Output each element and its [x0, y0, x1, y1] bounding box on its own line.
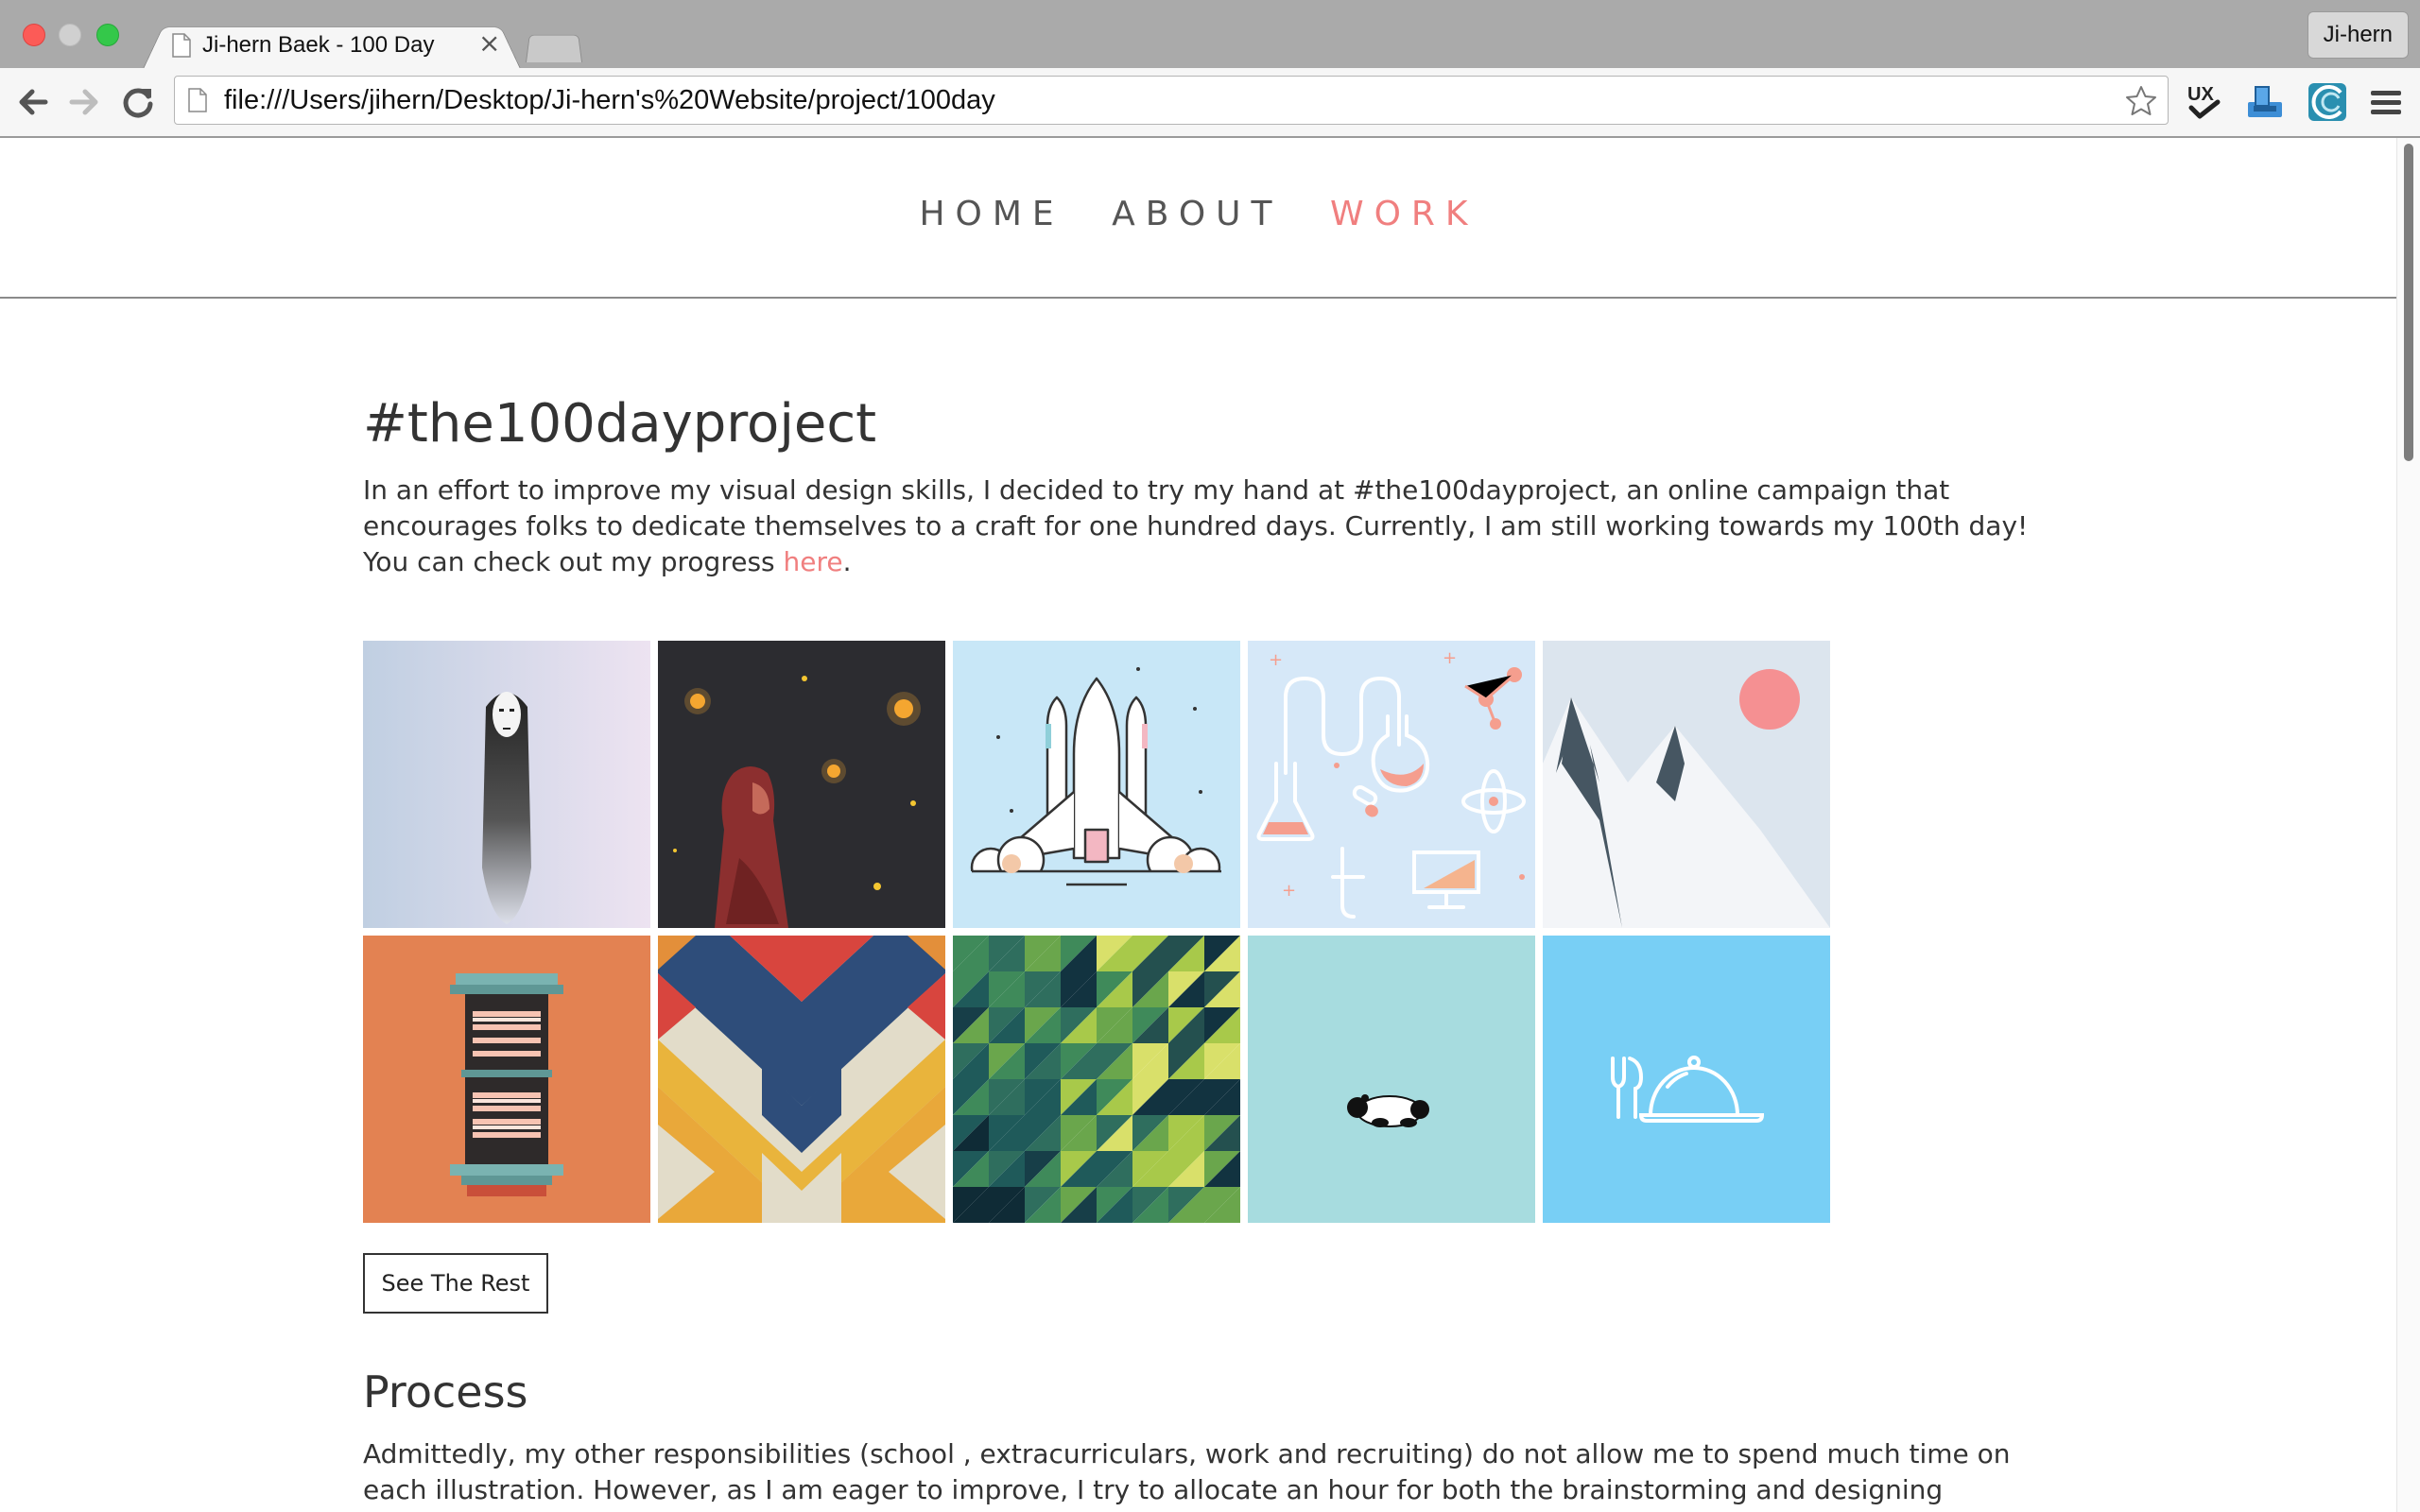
process-heading: Process: [363, 1366, 528, 1418]
gallery-item[interactable]: [953, 641, 1240, 928]
dinner-cloche-illustration: [1543, 936, 1830, 1223]
nav-home-link[interactable]: HOME: [919, 195, 1063, 233]
gallery-item[interactable]: [1543, 936, 1830, 1223]
red-hood-fireflies-illustration: [658, 641, 945, 928]
svg-text:+: +: [1269, 650, 1283, 670]
zoom-window-button[interactable]: [96, 24, 119, 46]
green-triangle-mosaic-illustration: [953, 936, 1240, 1223]
url-text[interactable]: file:///Users/jihern/Desktop/Ji-hern's%2…: [224, 77, 995, 124]
project-title: #the100dayproject: [363, 393, 877, 455]
gallery-item[interactable]: [658, 641, 945, 928]
tab-title: Ji-hern Baek - 100 Day: [202, 32, 435, 58]
svg-text:+: +: [1443, 648, 1457, 668]
page-icon: [188, 88, 207, 112]
browser-titlebar: Ji-hern Baek - 100 Day × Ji-hern: [0, 0, 2420, 71]
gallery-item[interactable]: [363, 641, 650, 928]
nav-about-link[interactable]: ABOUT: [1112, 195, 1282, 233]
ux-check-extension-icon[interactable]: UX: [2184, 81, 2225, 123]
new-tab-button[interactable]: [526, 30, 582, 62]
gallery-item[interactable]: [1543, 641, 1830, 928]
nav-work-link[interactable]: WORK: [1330, 195, 1478, 233]
bookmark-star-icon[interactable]: [2124, 84, 2158, 118]
forward-arrow-icon[interactable]: [66, 83, 104, 121]
progress-link[interactable]: here: [784, 546, 843, 577]
no-face-illustration: [363, 641, 650, 928]
menu-icon[interactable]: [2365, 81, 2407, 123]
mountains-red-sun-illustration: [1543, 641, 1830, 928]
gallery-item[interactable]: [1248, 936, 1535, 1223]
space-shuttle-launch-illustration: [953, 641, 1240, 928]
gallery-item[interactable]: [953, 936, 1240, 1223]
inbox-extension-icon[interactable]: [2244, 81, 2286, 123]
svg-text:UX: UX: [2187, 84, 2214, 105]
wave-extension-icon[interactable]: [2307, 81, 2348, 123]
page-scrollbar[interactable]: [2396, 138, 2420, 1512]
project-intro: In an effort to improve my visual design…: [363, 474, 2029, 577]
sleeping-panda-illustration: [1248, 936, 1535, 1223]
tab-close-icon[interactable]: ×: [478, 28, 500, 59]
scrollbar-thumb[interactable]: [2404, 144, 2413, 461]
svg-text:+: +: [1282, 881, 1296, 901]
chevron-pattern-illustration: [658, 936, 945, 1223]
gallery-item[interactable]: + + +: [1248, 641, 1535, 928]
science-lab-icons-illustration: + + +: [1248, 641, 1535, 928]
minimize-window-button[interactable]: [59, 24, 81, 46]
profile-button[interactable]: Ji-hern: [2307, 11, 2409, 59]
gallery-item[interactable]: [363, 936, 650, 1223]
reload-icon[interactable]: [119, 83, 157, 121]
page-icon: [172, 33, 191, 58]
browser-tab-active[interactable]: Ji-hern Baek - 100 Day ×: [142, 21, 522, 71]
address-bar[interactable]: file:///Users/jihern/Desktop/Ji-hern's%2…: [174, 76, 2169, 125]
process-text: Admittedly, my other responsibilities (s…: [363, 1438, 2011, 1512]
gallery-item[interactable]: [658, 936, 945, 1223]
site-navigation: HOME ABOUT WORK: [0, 138, 2397, 299]
web-page: HOME ABOUT WORK #the100dayproject In an …: [0, 138, 2397, 1512]
back-arrow-icon[interactable]: [13, 83, 51, 121]
close-window-button[interactable]: [23, 24, 45, 46]
browser-toolbar: file:///Users/jihern/Desktop/Ji-hern's%2…: [0, 68, 2420, 138]
window-shelf-illustration: [363, 936, 650, 1223]
see-the-rest-button[interactable]: See The Rest: [363, 1253, 548, 1314]
